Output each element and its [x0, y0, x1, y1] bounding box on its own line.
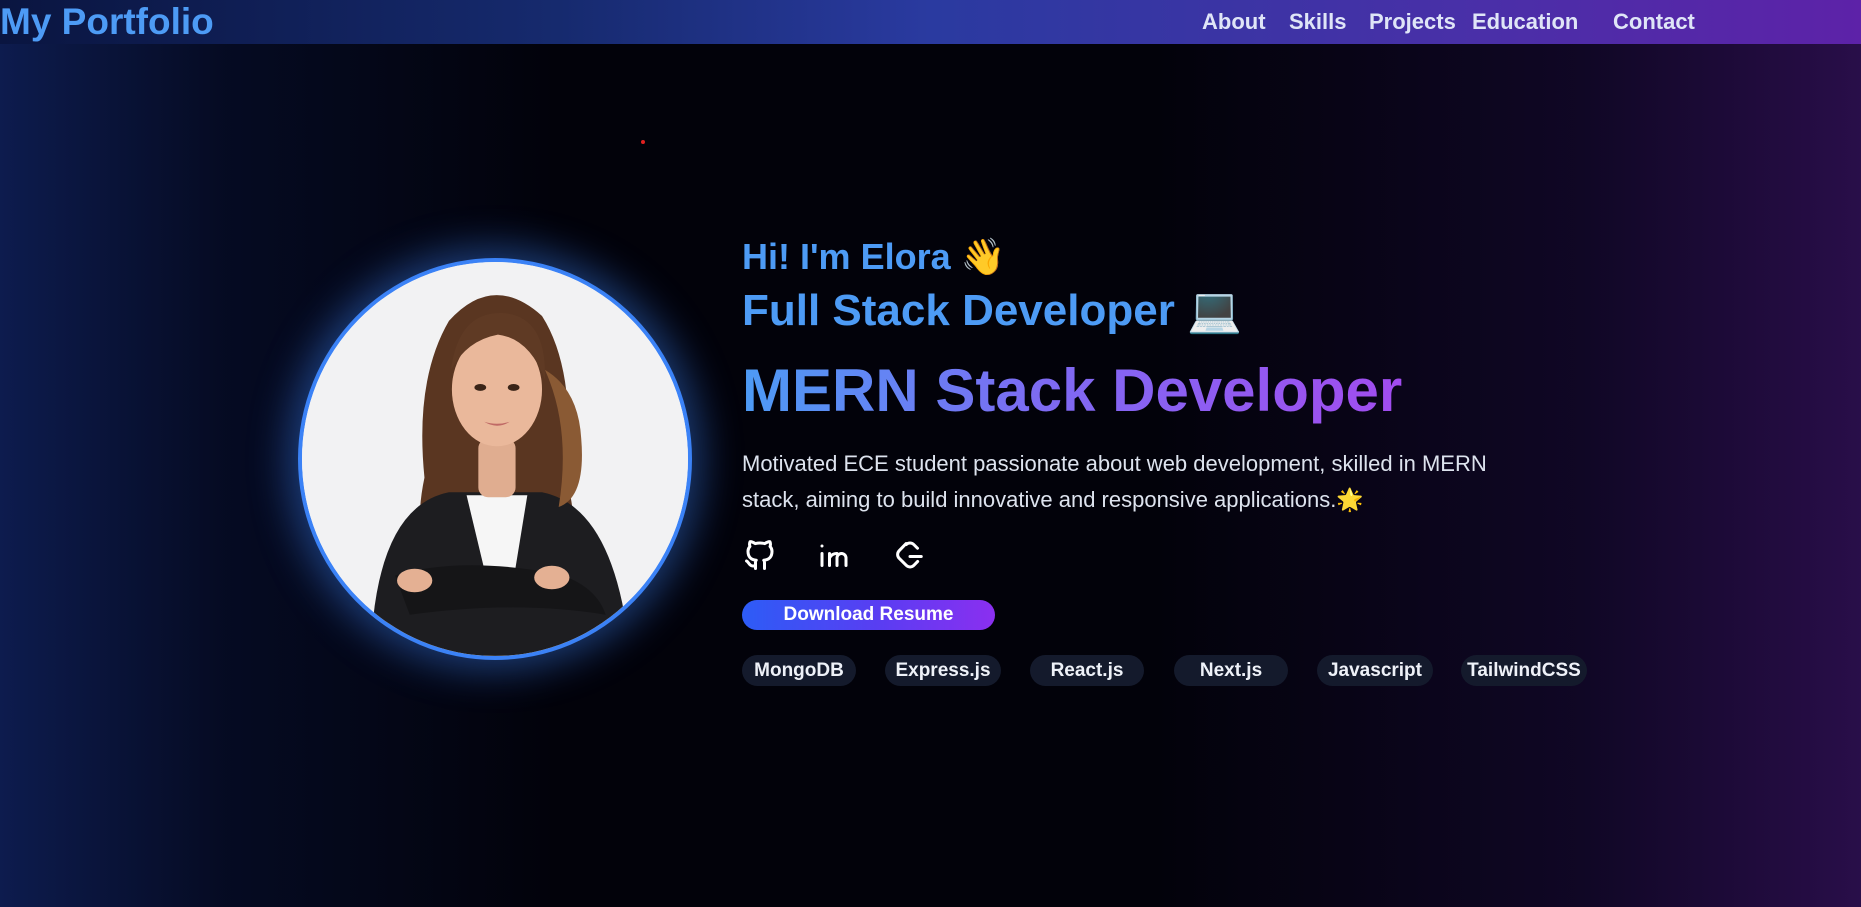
tag-javascript: Javascript	[1317, 655, 1433, 686]
decorative-dot	[641, 140, 645, 144]
profile-photo	[298, 258, 692, 660]
nav-link-skills[interactable]: Skills	[1289, 9, 1346, 35]
nav-link-education[interactable]: Education	[1472, 9, 1578, 35]
nav-link-projects[interactable]: Projects	[1369, 9, 1456, 35]
download-resume-button[interactable]: Download Resume	[742, 600, 995, 630]
hero-headline: MERN Stack Developer	[742, 357, 1403, 424]
github-icon[interactable]	[742, 537, 778, 573]
tag-nextjs: Next.js	[1174, 655, 1288, 686]
nav-link-about[interactable]: About	[1202, 9, 1266, 35]
tag-mongodb: MongoDB	[742, 655, 856, 686]
brand-logo[interactable]: My Portfolio	[0, 2, 214, 42]
hero-bio: Motivated ECE student passionate about w…	[742, 451, 1487, 512]
leetcode-icon[interactable]	[892, 537, 928, 573]
nav-link-contact[interactable]: Contact	[1613, 9, 1695, 35]
tag-reactjs: React.js	[1030, 655, 1144, 686]
navbar: My Portfolio About Skills Projects Educa…	[0, 0, 1861, 44]
hero-role: Full Stack Developer 💻	[742, 286, 1242, 335]
linkedin-icon[interactable]	[816, 537, 852, 573]
hero-greeting: Hi! I'm Elora 👋	[742, 236, 1006, 277]
tag-expressjs: Express.js	[885, 655, 1001, 686]
tag-tailwindcss: TailwindCSS	[1461, 655, 1587, 686]
